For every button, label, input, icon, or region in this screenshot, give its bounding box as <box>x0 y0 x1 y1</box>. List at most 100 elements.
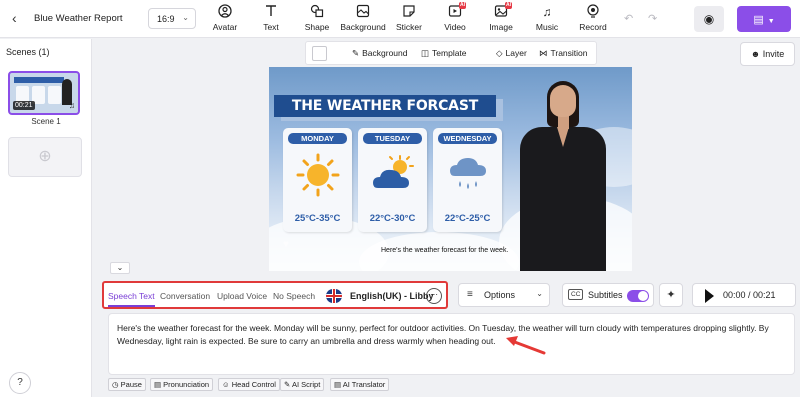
chevron-left-icon[interactable]: ‹ <box>12 10 17 26</box>
speech-text[interactable]: Here's the weather forecast for the week… <box>117 322 789 347</box>
collapse-panel-button[interactable]: ⌄ <box>110 262 130 274</box>
redo-icon[interactable]: ↷ <box>648 12 657 25</box>
subtitles-toggle[interactable] <box>627 290 649 302</box>
speech-controls: Speech Text Conversation Upload Voice No… <box>94 276 800 312</box>
pause-button[interactable]: ◷ Pause <box>108 378 146 391</box>
tool-background[interactable]: Background <box>339 4 387 32</box>
tool-record[interactable]: Record <box>569 4 617 32</box>
ai-translator-icon: ▤ <box>334 380 343 389</box>
transition-button[interactable]: ⋈ Transition <box>539 48 588 59</box>
layer-icon: ◇ <box>496 48 503 58</box>
tool-text[interactable]: Text <box>247 4 295 32</box>
ai-script-icon: ✎ <box>284 380 292 389</box>
ai-script-button[interactable]: ✎ AI Script <box>280 378 325 391</box>
preview-button[interactable]: ◉ <box>694 6 724 32</box>
help-button[interactable]: ? <box>9 372 31 394</box>
subtitles-control: CC Subtitles <box>562 283 654 307</box>
weather-card-monday: MONDAY 25°C-35°C <box>283 128 352 232</box>
invite-button[interactable]: ☻ Invite <box>740 42 795 66</box>
tool-avatar[interactable]: Avatar <box>201 4 249 32</box>
head-control-label: Head Control <box>231 380 276 389</box>
tool-label: Record <box>579 22 607 32</box>
image-icon: AI <box>477 2 525 20</box>
undo-icon[interactable]: ↶ <box>624 12 633 25</box>
tool-label: Music <box>535 22 559 32</box>
speech-tools-bar: ◷ Pause ▤ Pronunciation ☺ Head Control ✎… <box>108 378 800 392</box>
project-title[interactable]: Blue Weather Report <box>34 13 123 24</box>
subtitle-caption: Here's the weather forecast for the week… <box>381 247 509 254</box>
transition-label: Transition <box>550 48 588 58</box>
scene-thumbnail[interactable]: 00:21 ♫ <box>8 71 80 115</box>
tool-label: Text <box>263 22 279 32</box>
avatar-head <box>550 85 576 117</box>
pronunciation-icon: ▤ <box>154 380 164 389</box>
scene-label: Scene 1 <box>31 117 61 126</box>
avatar-icon <box>201 4 249 20</box>
magic-wand-button[interactable]: ✦ <box>659 283 683 307</box>
chevron-down-icon: ▼ <box>767 18 775 25</box>
ai-badge: AI <box>505 2 512 9</box>
add-scene-button[interactable]: ⊕ <box>8 137 82 177</box>
watermark-icon: ♥ <box>283 239 289 250</box>
invite-label: Invite <box>762 49 785 59</box>
chevron-down-icon: ⌄ <box>182 13 189 22</box>
layer-button[interactable]: ◇ Layer <box>496 48 527 59</box>
template-label: Template <box>432 48 467 58</box>
play-icon[interactable] <box>705 289 714 303</box>
options-dropdown[interactable]: ≡ Options ⌄ <box>458 283 550 307</box>
ai-translator-button[interactable]: ▤ AI Translator <box>330 378 390 391</box>
background-label: Background <box>362 48 408 58</box>
speech-text-area[interactable]: Here's the weather forecast for the week… <box>108 313 795 375</box>
pause-label: Pause <box>120 380 142 389</box>
uk-flag-icon[interactable] <box>326 289 342 303</box>
sticker-icon <box>385 4 433 20</box>
transition-icon: ⋈ <box>539 48 548 58</box>
aspect-ratio-select[interactable]: 16:9 ⌄ <box>148 8 196 29</box>
options-label: Options <box>484 290 516 300</box>
scenes-panel: Scenes (1) 00:21 ♫ Scene 1 ⊕ ? <box>0 39 92 397</box>
tool-sticker[interactable]: Sticker <box>385 4 433 32</box>
plus-circle-icon: ⊕ <box>38 148 52 165</box>
music-icon: ♫ <box>69 101 75 110</box>
tool-label: Video <box>444 22 466 32</box>
tool-shape[interactable]: Shape <box>293 4 341 32</box>
tool-label: Background <box>340 22 386 32</box>
scene-canvas[interactable]: THE WEATHER FORCAST MONDAY 25°C-35°C TUE… <box>269 67 632 271</box>
avatar-body <box>520 127 606 271</box>
head-control-icon: ☺ <box>222 380 232 389</box>
subtitles-label: Subtitles <box>588 290 623 300</box>
playback-time: 00:00 / 00:21 <box>723 290 776 300</box>
card-day: WEDNESDAY <box>438 133 497 144</box>
tool-video[interactable]: AI Video <box>431 2 479 32</box>
head-control-button[interactable]: ☺ Head Control <box>218 378 280 391</box>
template-button[interactable]: ◫ Template <box>421 48 467 59</box>
speech-tabs: Speech Text Conversation Upload Voice No… <box>102 281 448 309</box>
ai-badge: AI <box>459 2 466 9</box>
weather-card-tuesday: TUESDAY 22°C-30°C <box>358 128 427 232</box>
chevron-down-icon: ⌄ <box>116 263 124 272</box>
tab-upload-voice[interactable]: Upload Voice <box>217 291 267 301</box>
card-temp: 25°C-35°C <box>294 213 341 224</box>
tab-no-speech[interactable]: No Speech <box>273 291 315 301</box>
scenes-title: Scenes (1) <box>6 47 50 57</box>
aspect-ratio-value: 16:9 <box>157 14 175 24</box>
color-swatch[interactable] <box>312 46 327 61</box>
tab-conversation[interactable]: Conversation <box>160 291 210 301</box>
pronunciation-button[interactable]: ▤ Pronunciation <box>150 378 214 391</box>
tool-label: Avatar <box>212 22 238 32</box>
voice-select[interactable]: English(UK) - Libby <box>350 291 434 301</box>
scene-duration: 00:21 <box>13 101 35 110</box>
weather-banner: THE WEATHER FORCAST <box>274 95 496 117</box>
cc-icon: CC <box>568 289 584 300</box>
tool-music[interactable]: ♫ Music <box>523 4 571 32</box>
export-button[interactable]: ▤ ▼ <box>737 6 791 32</box>
tab-speech-text[interactable]: Speech Text <box>108 291 155 301</box>
thumb-banner <box>14 77 64 83</box>
canvas-toolbar: ✎ Background ◫ Template ◇ Layer ⋈ Transition <box>305 41 597 65</box>
tool-image[interactable]: AI Image <box>477 2 525 32</box>
tool-label: Sticker <box>396 22 422 32</box>
more-options-icon[interactable]: ⋯ <box>426 288 442 304</box>
text-icon <box>247 4 295 20</box>
background-button[interactable]: ✎ Background <box>352 48 408 59</box>
music-icon: ♫ <box>542 5 552 19</box>
